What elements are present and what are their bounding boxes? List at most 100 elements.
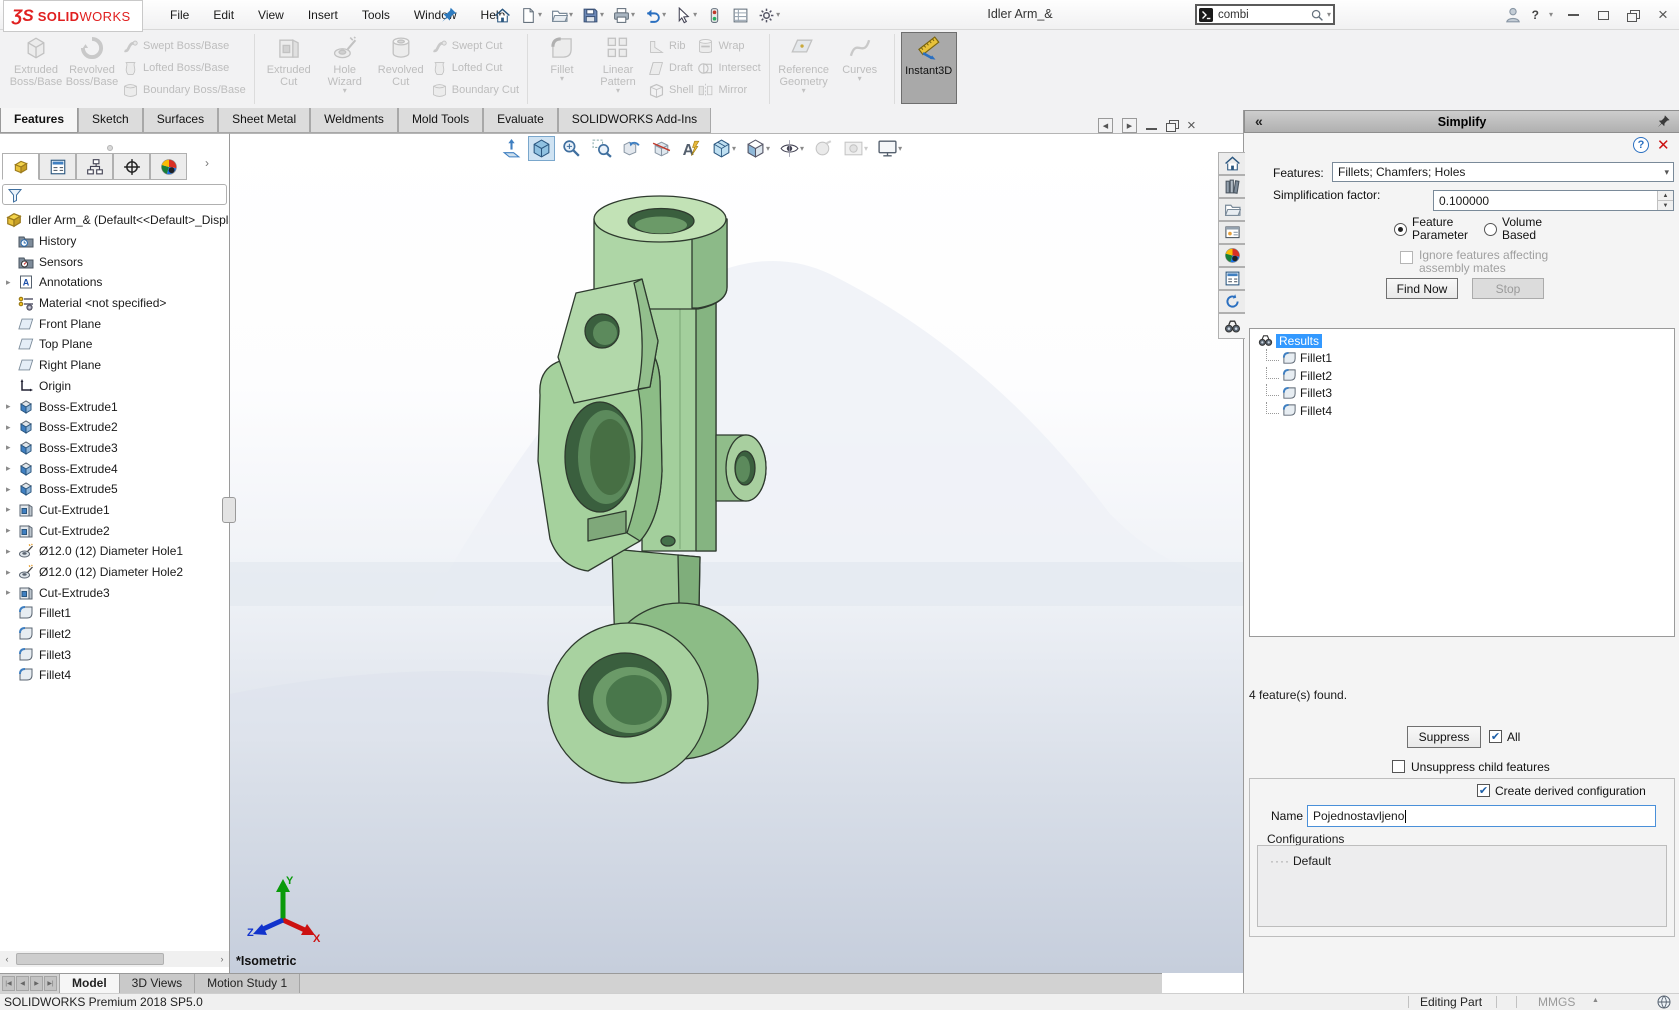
feature-parameter-radio[interactable] (1394, 223, 1407, 236)
annotation-visibility-button[interactable]: A (678, 136, 705, 161)
result-item-fillet2[interactable]: Fillet2 (1258, 367, 1674, 385)
open-button[interactable]: ▾ (549, 5, 575, 26)
help-dropdown-icon[interactable]: ▾ (1549, 12, 1553, 18)
close-pane-icon[interactable]: ✕ (1657, 136, 1670, 154)
first-tab-icon[interactable]: |◀ (2, 976, 15, 991)
dropdown-caret-icon[interactable]: ▾ (802, 88, 806, 94)
dropdown-caret-icon[interactable]: ▾ (693, 12, 697, 18)
tree-item-12-0-12-diameter-hole2[interactable]: ▸Ø12.0 (12) Diameter Hole2 (0, 562, 229, 583)
extruded-cut-button[interactable]: Extruded Cut (261, 32, 317, 104)
spin-up-icon[interactable]: ▲ (1658, 191, 1673, 201)
dropdown-caret-icon[interactable]: ▾ (600, 12, 604, 18)
mirror-button[interactable]: Mirror (697, 80, 760, 100)
save-button[interactable]: ▾ (580, 5, 606, 26)
expand-arrow-icon[interactable]: ▸ (6, 442, 18, 453)
expand-arrow-icon[interactable]: ▸ (6, 484, 18, 495)
tree-item-cut-extrude2[interactable]: ▸Cut-Extrude2 (0, 520, 229, 541)
menu-tools[interactable]: Tools (352, 5, 400, 25)
dropdown-caret-icon[interactable]: ▾ (560, 76, 564, 82)
hole-wizard-button[interactable]: Hole Wizard▾ (317, 32, 373, 104)
tree-item-history[interactable]: History (0, 231, 229, 252)
pin-menu-icon[interactable] (440, 6, 458, 24)
all-checkbox[interactable]: ✔ (1489, 730, 1502, 743)
task-pane-tab-file-explorer[interactable] (1218, 198, 1245, 221)
boundary-boss-base-button[interactable]: Boundary Boss/Base (122, 80, 246, 100)
dropdown-caret-icon[interactable]: ▾ (766, 146, 770, 152)
view-orientation-button[interactable]: ▾ (708, 136, 739, 161)
tree-item-fillet2[interactable]: Fillet2 (0, 624, 229, 645)
previous-view-button[interactable] (618, 136, 645, 161)
scrollbar-thumb[interactable] (16, 953, 164, 965)
expand-arrow-icon[interactable]: ▸ (6, 463, 18, 474)
display-style-button[interactable]: ▾ (742, 136, 773, 161)
document-restore-button[interactable] (1166, 119, 1178, 133)
units-caret-icon[interactable]: ▲ (1592, 997, 1599, 1004)
tag-icon[interactable] (1656, 994, 1672, 1010)
result-item-fillet1[interactable]: Fillet1 (1258, 350, 1674, 368)
print-button[interactable]: ▾ (611, 5, 637, 26)
prev-tab-icon[interactable]: ◀ (16, 976, 29, 991)
panel-grip[interactable] (107, 145, 113, 151)
view-cube-button[interactable] (528, 136, 555, 161)
restore-button[interactable] (1623, 5, 1643, 25)
fm-tab-configuration[interactable] (76, 153, 113, 180)
undo-button[interactable]: ▾ (642, 5, 668, 26)
graphics-viewport[interactable]: A▾▾▾▾▾ (230, 133, 1243, 973)
close-button[interactable]: × (1653, 5, 1673, 25)
swept-cut-button[interactable]: Swept Cut (431, 36, 519, 56)
magnifier-icon[interactable] (1310, 8, 1324, 22)
expand-arrow-icon[interactable]: ▸ (6, 504, 18, 515)
help-icon[interactable]: ? (1633, 137, 1649, 153)
dropdown-caret-icon[interactable]: ▾ (776, 12, 780, 18)
units-selector[interactable]: MMGS (1538, 995, 1575, 1009)
task-pane-tab-custom-properties[interactable] (1218, 267, 1245, 290)
hide-show-button[interactable]: ▾ (776, 136, 807, 161)
reference-geometry-button[interactable]: Reference Geometry▾ (776, 32, 832, 104)
expand-panel-right-icon[interactable]: ▶ (1122, 118, 1137, 133)
expand-arrow-icon[interactable]: ▸ (6, 587, 18, 598)
boundary-cut-button[interactable]: Boundary Cut (431, 80, 519, 100)
more-tabs-icon[interactable]: › (205, 156, 209, 170)
extruded-boss-base-button[interactable]: Extruded Boss/Base (8, 32, 64, 104)
collapse-panel-left-icon[interactable]: ◀ (1098, 118, 1113, 133)
tree-item-12-0-12-diameter-hole1[interactable]: ▸Ø12.0 (12) Diameter Hole1 (0, 541, 229, 562)
tab-weldments[interactable]: Weldments (310, 108, 398, 133)
task-pane-tab-search-results[interactable] (1218, 313, 1245, 339)
instant3d-button[interactable]: Instant3D (901, 32, 957, 104)
document-close-button[interactable]: × (1187, 117, 1196, 134)
wrap-button[interactable]: Wrap (697, 36, 760, 56)
find-now-button[interactable]: Find Now (1386, 278, 1458, 299)
curves-button[interactable]: Curves▾ (832, 32, 888, 104)
tree-item-fillet4[interactable]: Fillet4 (0, 665, 229, 686)
dropdown-caret-icon[interactable]: ▾ (631, 12, 635, 18)
tab-solidworks-add-ins[interactable]: SOLIDWORKS Add-Ins (558, 108, 711, 133)
tree-item-cut-extrude1[interactable]: ▸Cut-Extrude1 (0, 500, 229, 521)
dropdown-caret-icon[interactable]: ▾ (864, 146, 868, 152)
tree-item-fillet1[interactable]: Fillet1 (0, 603, 229, 624)
tree-item-annotations[interactable]: ▸AAnnotations (0, 272, 229, 293)
new-document-button[interactable]: ▾ (518, 5, 544, 26)
tab-surfaces[interactable]: Surfaces (143, 108, 218, 133)
lofted-boss-base-button[interactable]: Lofted Boss/Base (122, 58, 246, 78)
search-dropdown-icon[interactable]: ▾ (1327, 12, 1331, 18)
tree-item-origin[interactable]: Origin (0, 376, 229, 397)
menu-view[interactable]: View (248, 5, 294, 25)
features-combobox[interactable]: Fillets; Chamfers; Holes ▾ (1332, 162, 1674, 182)
rib-button[interactable]: Rib (648, 36, 693, 56)
suppress-button[interactable]: Suppress (1407, 726, 1481, 748)
result-item-fillet4[interactable]: Fillet4 (1258, 402, 1674, 420)
intersect-button[interactable]: Intersect (697, 58, 760, 78)
tree-item-fillet3[interactable]: Fillet3 (0, 644, 229, 665)
expand-arrow-icon[interactable]: ▸ (6, 277, 18, 288)
minimize-button[interactable] (1563, 5, 1583, 25)
task-pane-tab-sync[interactable] (1218, 290, 1245, 313)
dropdown-caret-icon[interactable]: ▾ (800, 146, 804, 152)
volume-based-radio[interactable] (1484, 223, 1497, 236)
tree-horizontal-scrollbar[interactable]: ‹ › (0, 951, 229, 967)
tree-item-boss-extrude4[interactable]: ▸Boss-Extrude4 (0, 458, 229, 479)
last-tab-icon[interactable]: ▶| (44, 976, 57, 991)
dropdown-caret-icon[interactable]: ▾ (898, 146, 902, 152)
tab-features[interactable]: Features (0, 108, 78, 133)
tab-mold-tools[interactable]: Mold Tools (398, 108, 483, 133)
panel-splitter-handle[interactable] (222, 497, 236, 523)
